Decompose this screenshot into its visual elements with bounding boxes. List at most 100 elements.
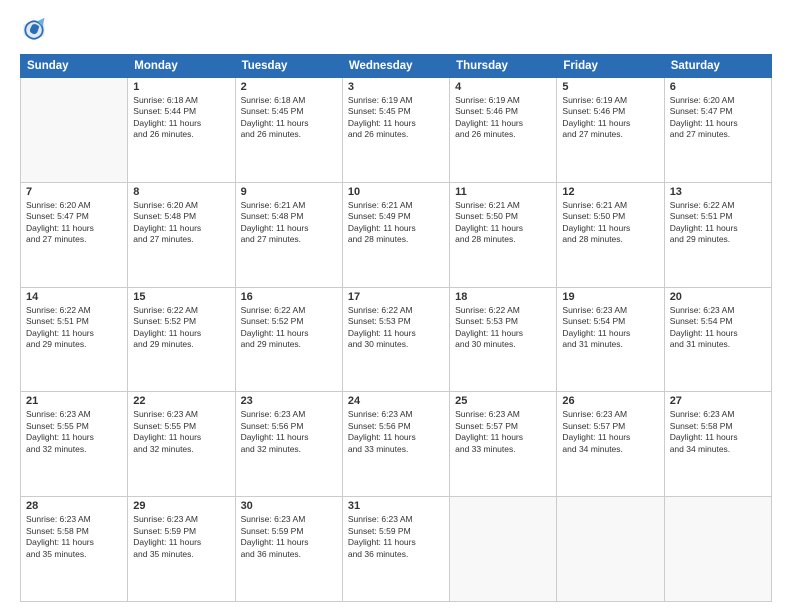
day-number: 4 [455,81,551,93]
calendar-cell: 12Sunrise: 6:21 AM Sunset: 5:50 PM Dayli… [557,182,664,287]
calendar-cell: 15 Sunrise: 6:22 AM Sunset: 5:52 PM Dayli… [128,287,235,392]
cell-text: Sunrise: 6:23 AM Sunset: 5:54 PM Dayligh… [670,305,766,351]
cell-text: Sunrise: 6:23 AM Sunset: 5:59 PM Dayligh… [348,514,444,560]
calendar-cell: 19 Sunrise: 6:23 AM Sunset: 5:54 PM Dayli… [557,287,664,392]
day-number: 16 [241,291,337,303]
weekday-header-tuesday: Tuesday [235,55,342,78]
calendar-cell: 11 Sunrise: 6:21 AM Sunset: 5:50 PM Dayli… [450,182,557,287]
logo [20,16,52,44]
calendar-cell: 31Sunrise: 6:23 AM Sunset: 5:59 PM Dayli… [342,497,449,602]
day-number: 13 [670,186,766,198]
day-number: 29 [133,500,229,512]
cell-text: Sunrise: 6:23 AM Sunset: 5:58 PM Dayligh… [26,514,122,560]
day-number: 23 [241,395,337,407]
page: SundayMondayTuesdayWednesdayThursdayFrid… [0,0,792,612]
calendar-cell [21,78,128,183]
cell-text: Sunrise: 6:23 AM Sunset: 5:59 PM Dayligh… [133,514,229,560]
cell-text: Sunrise: 6:19 AM Sunset: 5:45 PM Dayligh… [348,95,444,141]
calendar-cell: 1Sunrise: 6:18 AM Sunset: 5:44 PM Daylig… [128,78,235,183]
day-number: 5 [562,81,658,93]
calendar-cell: 28Sunrise: 6:23 AM Sunset: 5:58 PM Dayli… [21,497,128,602]
calendar-week-row: 14Sunrise: 6:22 AM Sunset: 5:51 PM Dayli… [21,287,772,392]
calendar-cell: 17 Sunrise: 6:22 AM Sunset: 5:53 PM Dayli… [342,287,449,392]
calendar-cell: 21Sunrise: 6:23 AM Sunset: 5:55 PM Dayli… [21,392,128,497]
calendar-cell: 2 Sunrise: 6:18 AM Sunset: 5:45 PM Daylig… [235,78,342,183]
cell-text: Sunrise: 6:18 AM Sunset: 5:45 PM Dayligh… [241,95,337,141]
calendar-cell: 3 Sunrise: 6:19 AM Sunset: 5:45 PM Daylig… [342,78,449,183]
cell-text: Sunrise: 6:20 AM Sunset: 5:48 PM Dayligh… [133,200,229,246]
weekday-header-saturday: Saturday [664,55,771,78]
cell-text: Sunrise: 6:22 AM Sunset: 5:51 PM Dayligh… [670,200,766,246]
day-number: 20 [670,291,766,303]
cell-text: Sunrise: 6:20 AM Sunset: 5:47 PM Dayligh… [670,95,766,141]
weekday-header-wednesday: Wednesday [342,55,449,78]
calendar-cell: 14Sunrise: 6:22 AM Sunset: 5:51 PM Dayli… [21,287,128,392]
cell-text: Sunrise: 6:22 AM Sunset: 5:53 PM Dayligh… [348,305,444,351]
calendar-cell: 10 Sunrise: 6:21 AM Sunset: 5:49 PM Dayli… [342,182,449,287]
calendar-cell: 8 Sunrise: 6:20 AM Sunset: 5:48 PM Daylig… [128,182,235,287]
calendar-cell: 23 Sunrise: 6:23 AM Sunset: 5:56 PM Dayli… [235,392,342,497]
calendar-cell: 26Sunrise: 6:23 AM Sunset: 5:57 PM Dayli… [557,392,664,497]
calendar-cell: 16 Sunrise: 6:22 AM Sunset: 5:52 PM Dayli… [235,287,342,392]
day-number: 2 [241,81,337,93]
calendar-cell: 18 Sunrise: 6:22 AM Sunset: 5:53 PM Dayli… [450,287,557,392]
calendar-cell: 4 Sunrise: 6:19 AM Sunset: 5:46 PM Daylig… [450,78,557,183]
cell-text: Sunrise: 6:23 AM Sunset: 5:55 PM Dayligh… [26,409,122,455]
day-number: 15 [133,291,229,303]
calendar-cell: 6 Sunrise: 6:20 AM Sunset: 5:47 PM Daylig… [664,78,771,183]
day-number: 25 [455,395,551,407]
weekday-header-thursday: Thursday [450,55,557,78]
cell-text: Sunrise: 6:23 AM Sunset: 5:54 PM Dayligh… [562,305,658,351]
cell-text: Sunrise: 6:23 AM Sunset: 5:56 PM Dayligh… [241,409,337,455]
calendar-cell [450,497,557,602]
cell-text: Sunrise: 6:23 AM Sunset: 5:57 PM Dayligh… [455,409,551,455]
calendar-week-row: 28Sunrise: 6:23 AM Sunset: 5:58 PM Dayli… [21,497,772,602]
cell-text: Sunrise: 6:21 AM Sunset: 5:49 PM Dayligh… [348,200,444,246]
cell-text: Sunrise: 6:22 AM Sunset: 5:53 PM Dayligh… [455,305,551,351]
day-number: 1 [133,81,229,93]
calendar-cell: 7 Sunrise: 6:20 AM Sunset: 5:47 PM Daylig… [21,182,128,287]
day-number: 11 [455,186,551,198]
calendar-cell: 22Sunrise: 6:23 AM Sunset: 5:55 PM Dayli… [128,392,235,497]
calendar-week-row: 1Sunrise: 6:18 AM Sunset: 5:44 PM Daylig… [21,78,772,183]
cell-text: Sunrise: 6:22 AM Sunset: 5:52 PM Dayligh… [133,305,229,351]
calendar-cell: 13 Sunrise: 6:22 AM Sunset: 5:51 PM Dayli… [664,182,771,287]
cell-text: Sunrise: 6:23 AM Sunset: 5:58 PM Dayligh… [670,409,766,455]
day-number: 19 [562,291,658,303]
calendar-cell: 5 Sunrise: 6:19 AM Sunset: 5:46 PM Daylig… [557,78,664,183]
calendar-cell: 29 Sunrise: 6:23 AM Sunset: 5:59 PM Dayli… [128,497,235,602]
day-number: 24 [348,395,444,407]
day-number: 3 [348,81,444,93]
cell-text: Sunrise: 6:19 AM Sunset: 5:46 PM Dayligh… [455,95,551,141]
calendar-cell: 9 Sunrise: 6:21 AM Sunset: 5:48 PM Daylig… [235,182,342,287]
day-number: 7 [26,186,122,198]
day-number: 27 [670,395,766,407]
weekday-header-row: SundayMondayTuesdayWednesdayThursdayFrid… [21,55,772,78]
logo-icon [20,16,48,44]
day-number: 12 [562,186,658,198]
day-number: 26 [562,395,658,407]
calendar-table: SundayMondayTuesdayWednesdayThursdayFrid… [20,54,772,602]
header [20,16,772,44]
weekday-header-sunday: Sunday [21,55,128,78]
day-number: 9 [241,186,337,198]
cell-text: Sunrise: 6:20 AM Sunset: 5:47 PM Dayligh… [26,200,122,246]
day-number: 30 [241,500,337,512]
day-number: 18 [455,291,551,303]
cell-text: Sunrise: 6:23 AM Sunset: 5:59 PM Dayligh… [241,514,337,560]
cell-text: Sunrise: 6:21 AM Sunset: 5:50 PM Dayligh… [455,200,551,246]
cell-text: Sunrise: 6:22 AM Sunset: 5:52 PM Dayligh… [241,305,337,351]
calendar-cell: 30 Sunrise: 6:23 AM Sunset: 5:59 PM Dayli… [235,497,342,602]
day-number: 10 [348,186,444,198]
day-number: 8 [133,186,229,198]
calendar-cell [664,497,771,602]
calendar-week-row: 21Sunrise: 6:23 AM Sunset: 5:55 PM Dayli… [21,392,772,497]
cell-text: Sunrise: 6:23 AM Sunset: 5:55 PM Dayligh… [133,409,229,455]
cell-text: Sunrise: 6:19 AM Sunset: 5:46 PM Dayligh… [562,95,658,141]
cell-text: Sunrise: 6:23 AM Sunset: 5:56 PM Dayligh… [348,409,444,455]
weekday-header-monday: Monday [128,55,235,78]
day-number: 6 [670,81,766,93]
cell-text: Sunrise: 6:21 AM Sunset: 5:48 PM Dayligh… [241,200,337,246]
calendar-cell: 24 Sunrise: 6:23 AM Sunset: 5:56 PM Dayli… [342,392,449,497]
day-number: 17 [348,291,444,303]
